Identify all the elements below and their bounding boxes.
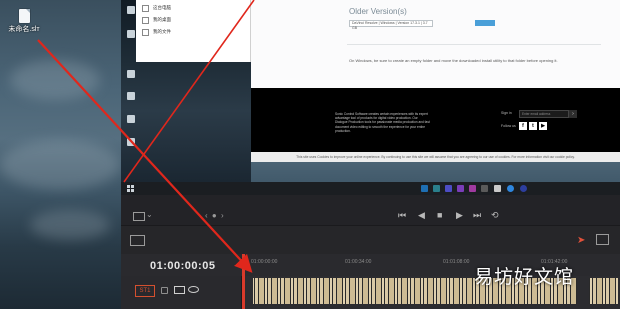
arrow-line-secondary (123, 0, 255, 183)
arrow-line (37, 39, 253, 273)
watermark-text: 易坊好文馆 (474, 266, 575, 288)
